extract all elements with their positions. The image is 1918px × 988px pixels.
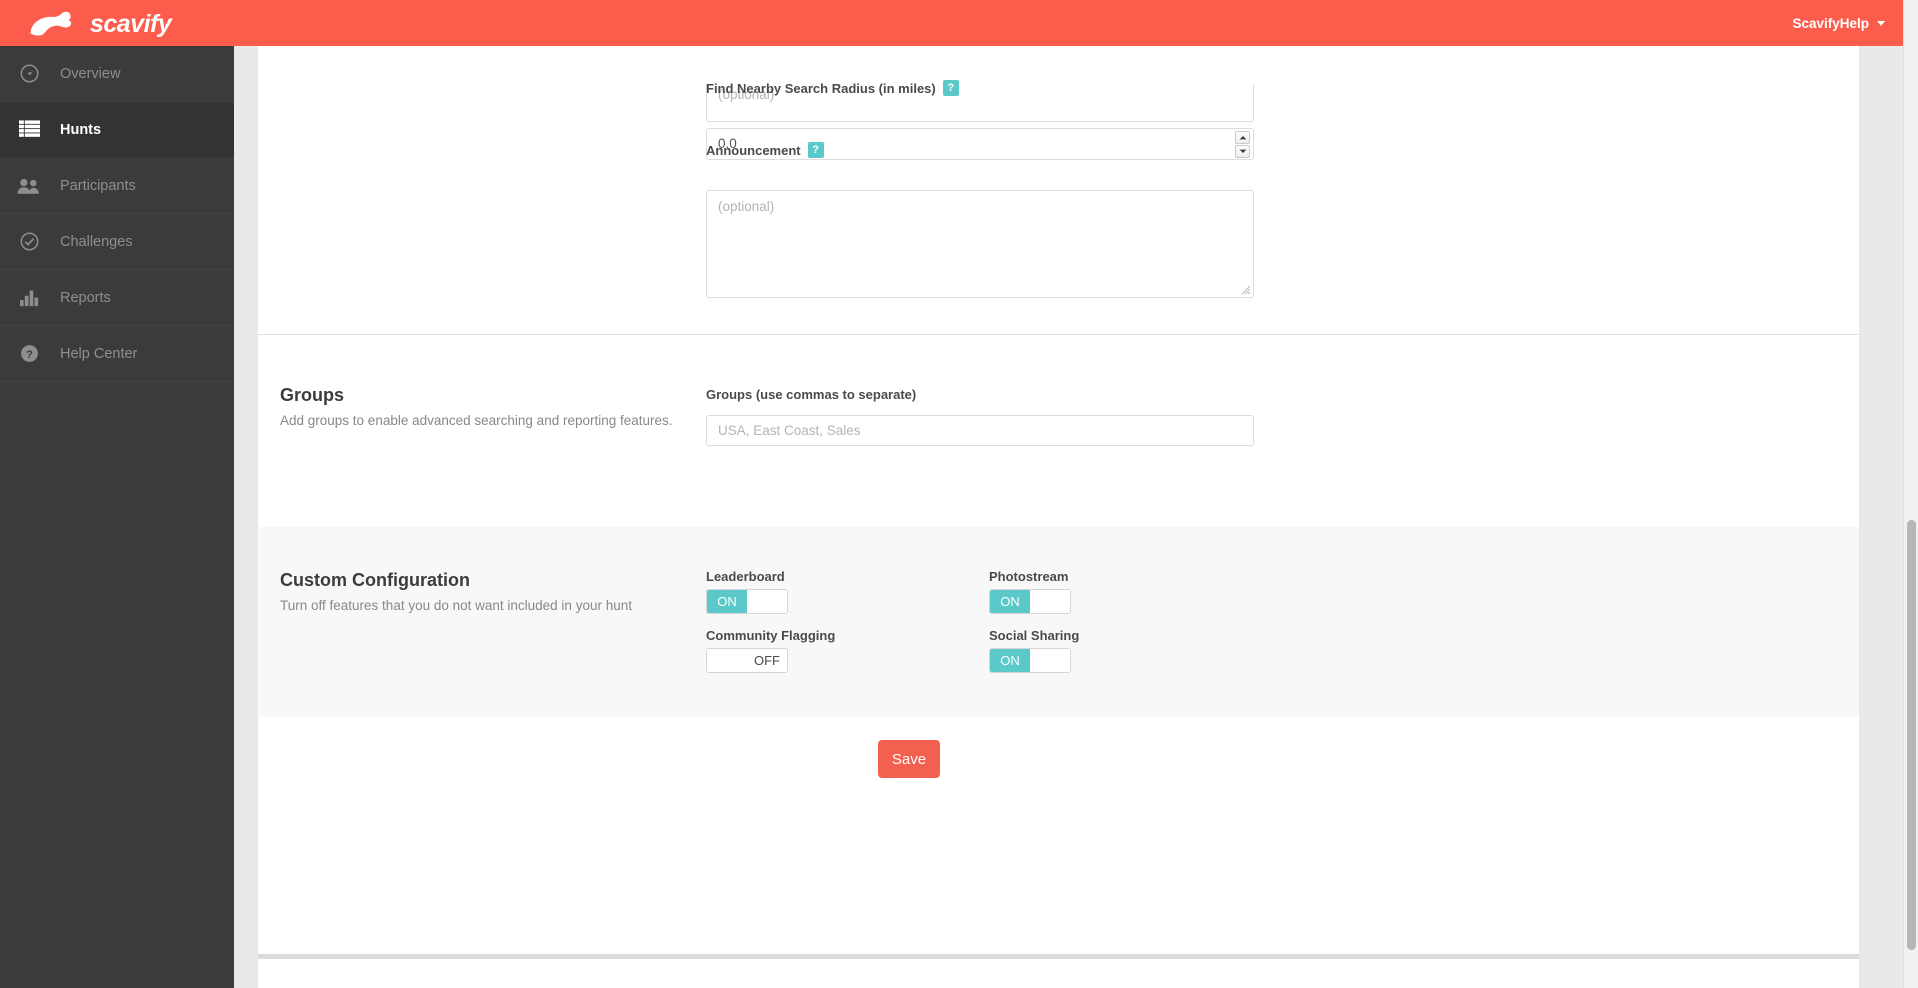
brand-logo[interactable]: scavify xyxy=(26,2,172,46)
toggle-off-segment: OFF xyxy=(1030,590,1070,613)
sidebar-item-label: Hunts xyxy=(60,121,102,138)
toggle-label-community-flagging: Community Flagging xyxy=(706,628,836,643)
people-icon xyxy=(12,177,46,195)
check-circle-icon xyxy=(12,231,46,252)
resize-grip-icon[interactable] xyxy=(1240,284,1251,295)
toggle-label-photostream: Photostream xyxy=(989,569,1069,584)
sidebar-item-label: Help Center xyxy=(60,345,138,362)
sidebar-item-label: Reports xyxy=(60,289,111,306)
sidebar-item-challenges[interactable]: Challenges xyxy=(0,214,234,270)
sidebar-item-reports[interactable]: Reports xyxy=(0,270,234,326)
brand-name: scavify xyxy=(90,10,172,38)
toggle-on-segment: ON xyxy=(707,590,747,613)
announcement-label: Announcement ? xyxy=(706,142,824,158)
sidebar-item-label: Participants xyxy=(60,177,136,194)
custom-config-description: Turn off features that you do not want i… xyxy=(280,598,632,613)
toggle-social-sharing[interactable]: ON OFF xyxy=(989,648,1071,673)
toggle-off-segment: OFF xyxy=(747,649,787,672)
chevron-down-icon xyxy=(1239,149,1246,153)
groups-field-label-text: Groups (use commas to separate) xyxy=(706,387,917,402)
list-icon xyxy=(12,120,46,139)
help-badge-icon[interactable]: ? xyxy=(807,142,824,158)
custom-config-title: Custom Configuration xyxy=(280,570,470,590)
sidebar-item-participants[interactable]: Participants xyxy=(0,158,234,214)
sidebar-item-hunts[interactable]: Hunts xyxy=(0,102,234,158)
toggle-photostream[interactable]: ON OFF xyxy=(989,589,1071,614)
search-radius-stepper[interactable] xyxy=(1235,131,1250,158)
toggle-on-segment: ON xyxy=(990,649,1030,672)
page-scrollbar[interactable] xyxy=(1903,0,1918,988)
groups-section-description: Add groups to enable advanced searching … xyxy=(280,413,673,428)
user-menu-label: ScavifyHelp xyxy=(1792,15,1869,31)
squirrel-logo-icon xyxy=(28,11,75,36)
main-canvas: (optional) Find Nearby Search Radius (in… xyxy=(234,46,1903,988)
toggle-leaderboard[interactable]: ON OFF xyxy=(706,589,788,614)
toggle-off-segment: OFF xyxy=(747,590,787,613)
section-divider xyxy=(258,334,1859,335)
stepper-down-button[interactable] xyxy=(1235,145,1250,158)
speedometer-icon xyxy=(12,63,46,84)
search-radius-label: Find Nearby Search Radius (in miles) ? xyxy=(706,80,959,96)
groups-field-label: Groups (use commas to separate) xyxy=(706,387,916,402)
toggle-on-segment: ON xyxy=(990,590,1030,613)
help-badge-icon[interactable]: ? xyxy=(942,80,959,96)
toggle-community-flagging[interactable]: ON OFF xyxy=(706,648,788,673)
announcement-textarea[interactable]: (optional) xyxy=(706,190,1254,298)
chevron-down-icon xyxy=(1877,20,1885,26)
hunt-settings-card: (optional) Find Nearby Search Radius (in… xyxy=(258,46,1859,988)
scrollbar-thumb[interactable] xyxy=(1907,520,1916,950)
sidebar: Overview Hunts Participants Challenges R… xyxy=(0,46,234,988)
svg-text:?: ? xyxy=(26,349,33,361)
sidebar-item-overview[interactable]: Overview xyxy=(0,46,234,102)
sidebar-item-label: Challenges xyxy=(60,233,133,250)
search-radius-label-text: Find Nearby Search Radius (in miles) xyxy=(706,80,936,96)
bar-chart-icon xyxy=(12,288,46,307)
stepper-up-button[interactable] xyxy=(1235,131,1250,144)
save-button[interactable]: Save xyxy=(878,740,940,778)
top-bar: scavify ScavifyHelp xyxy=(0,0,1903,46)
question-circle-icon: ? xyxy=(12,343,46,364)
toggle-on-segment: ON xyxy=(707,649,747,672)
announcement-label-text: Announcement xyxy=(706,142,801,158)
toggle-label-social-sharing: Social Sharing xyxy=(989,628,1080,643)
user-menu[interactable]: ScavifyHelp xyxy=(1792,0,1885,46)
groups-section-title: Groups xyxy=(280,385,345,405)
groups-input[interactable]: USA, East Coast, Sales xyxy=(706,415,1254,446)
toggle-off-segment: OFF xyxy=(1030,649,1070,672)
groups-input-placeholder: USA, East Coast, Sales xyxy=(718,423,861,438)
sidebar-item-help-center[interactable]: ? Help Center xyxy=(0,326,234,382)
announcement-placeholder: (optional) xyxy=(718,199,775,214)
toggle-label-leaderboard: Leaderboard xyxy=(706,569,785,584)
card-bottom-edge xyxy=(258,954,1859,959)
custom-configuration-panel: Custom Configuration Turn off features t… xyxy=(258,527,1859,717)
chevron-up-icon xyxy=(1239,136,1246,140)
sidebar-item-label: Overview xyxy=(60,65,121,82)
